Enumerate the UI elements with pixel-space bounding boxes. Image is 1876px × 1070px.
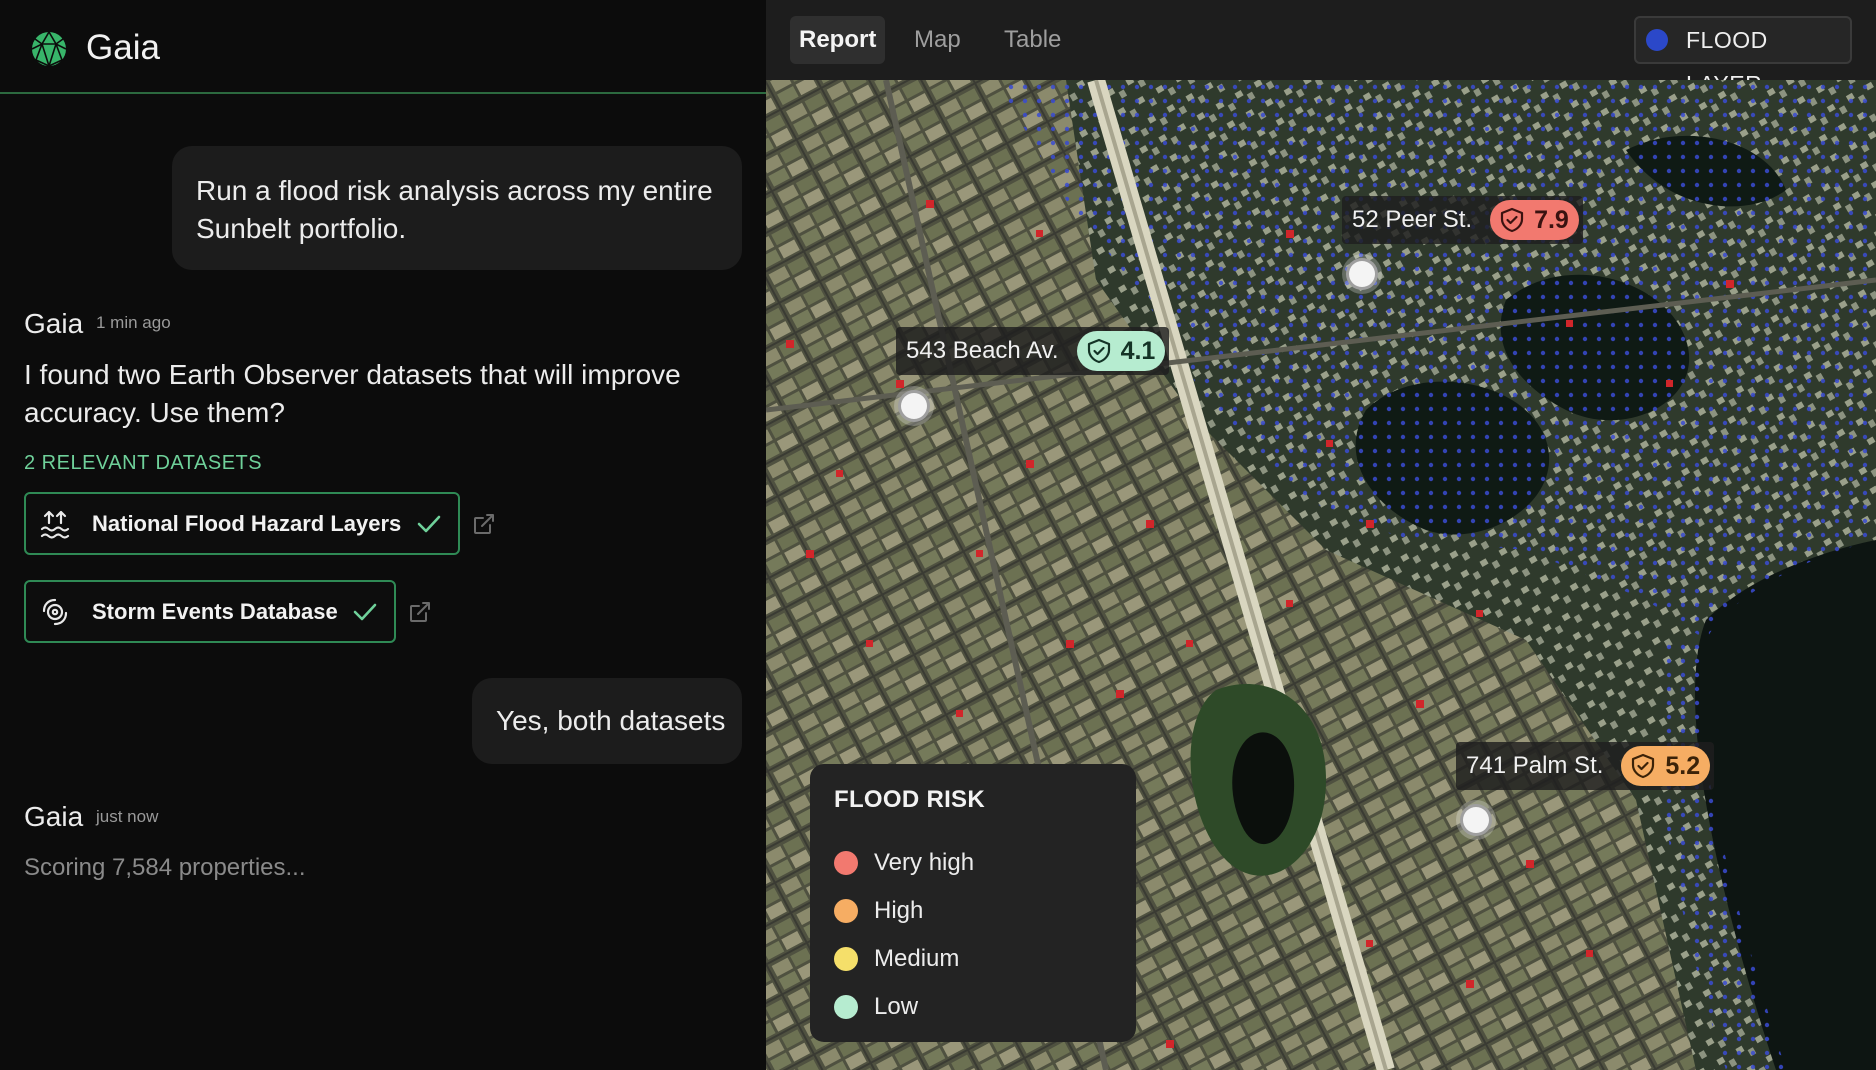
shield-icon [1087,338,1110,364]
message-timestamp: just now [96,807,159,826]
legend-swatch [834,899,858,923]
assistant-name: Gaia [24,801,84,832]
layer-color-dot [1646,29,1668,51]
property-pin[interactable] [898,390,930,422]
property-callout[interactable]: 741 Palm St. 5.2 [1456,742,1715,790]
legend-label: Very high [874,849,975,876]
legend-swatch [834,995,858,1019]
shield-icon [1632,753,1655,779]
user-message: Run a flood risk analysis across my enti… [172,146,742,270]
flood-risk-legend: FLOOD RISK Very high High Medium Low [810,764,1136,1042]
property-name: 741 Palm St. [1466,752,1604,779]
tab-report[interactable]: Report [790,16,886,64]
legend-item-medium: Medium [834,944,959,974]
flood-waves-icon [40,510,70,539]
shield-icon [1500,207,1524,233]
property-callout[interactable]: 543 Beach Av. 4.1 [896,327,1170,375]
map-panel: Report Map Table FLOOD LAYER [766,0,1876,1070]
dataset-label: National Flood Hazard Layers [92,510,402,536]
assistant-message: I found two Earth Observer datasets that… [24,359,681,428]
message-timestamp: 1 min ago [96,313,171,332]
chat-header: Gaia [0,0,766,94]
risk-score-badge: 5.2 [1621,746,1711,786]
view-tabs-bar: Report Map Table FLOOD LAYER [766,0,1876,97]
legend-swatch [834,851,858,875]
assistant-name: Gaia [24,308,84,339]
legend-title: FLOOD RISK [834,786,985,813]
user-message: Yes, both datasets [472,678,742,764]
dataset-storm-events-database[interactable]: Storm Events Database [24,580,396,643]
legend-label: Medium [874,945,960,972]
external-link-icon[interactable] [472,512,496,536]
legend-item-very-high: Very high [834,848,974,878]
gaia-globe-logo-icon [31,30,67,68]
dataset-label: Storm Events Database [92,598,338,624]
risk-score: 4.1 [1120,336,1156,365]
external-link-icon[interactable] [408,600,432,624]
property-pin[interactable] [1460,804,1492,836]
chat-panel: Gaia Run a flood risk analysis across my… [0,0,766,1070]
legend-swatch [834,947,858,971]
tab-table[interactable]: Table [995,16,1070,64]
risk-score: 7.9 [1534,205,1569,234]
property-callout[interactable]: 52 Peer St. 7.9 [1342,196,1583,244]
legend-item-high: High [834,896,923,926]
property-name: 543 Beach Av. [906,337,1059,364]
property-name: 52 Peer St. [1352,206,1473,233]
risk-score-badge: 7.9 [1490,200,1579,240]
check-icon [417,515,441,532]
scoring-status: Scoring 7,584 properties... [24,854,306,881]
legend-item-low: Low [834,992,918,1022]
check-icon [353,603,377,620]
risk-score: 5.2 [1665,751,1701,780]
risk-score-badge: 4.1 [1076,331,1166,371]
legend-label: High [874,897,924,924]
flood-layer-toggle[interactable]: FLOOD LAYER [1634,16,1852,97]
tab-map[interactable]: Map [905,16,970,64]
satellite-map[interactable]: 52 Peer St. 7.9 543 Beach Av. 4.1 741 Pa… [766,80,1876,1070]
storm-icon [42,598,68,625]
property-pin[interactable] [1346,258,1378,290]
datasets-section-label: 2 RELEVANT DATASETS [24,452,263,474]
app-title: Gaia [86,28,160,67]
legend-label: Low [874,993,919,1020]
dataset-national-flood-hazard-layers[interactable]: National Flood Hazard Layers [24,492,460,555]
